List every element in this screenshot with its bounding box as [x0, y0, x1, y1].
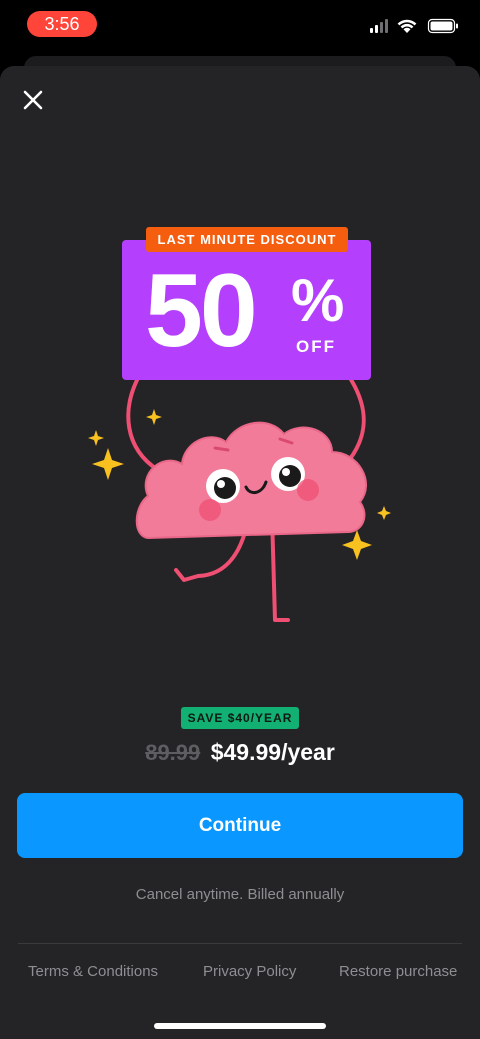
discount-ribbon: LAST MINUTE DISCOUNT — [146, 227, 348, 252]
sparkle-icon — [92, 448, 124, 480]
continue-button[interactable]: Continue — [17, 793, 463, 858]
save-badge: SAVE $40/YEAR — [181, 707, 299, 729]
footer-divider — [18, 943, 462, 944]
price-row: 89.99 $49.99/year — [0, 734, 480, 770]
status-icons-group — [370, 18, 458, 34]
mascot-left-brow — [213, 446, 230, 452]
sparkle-icon — [342, 530, 372, 560]
cancel-note: Cancel anytime. Billed annually — [135, 886, 345, 903]
restore-purchase-link[interactable]: Restore purchase — [339, 961, 457, 983]
status-bar: 3:56 — [0, 0, 480, 50]
cellular-signal-icon — [370, 19, 388, 33]
home-indicator — [154, 1023, 326, 1029]
new-price: $49.99/year — [210, 739, 335, 765]
mascot-left-arm — [126, 376, 160, 472]
off-label: OFF — [296, 337, 336, 356]
discount-number: 50 — [145, 253, 258, 369]
privacy-link[interactable]: Privacy Policy — [203, 961, 296, 983]
sparkle-icon — [88, 430, 104, 446]
mascot-body — [136, 422, 367, 538]
wifi-icon — [397, 19, 417, 33]
close-button[interactable] — [18, 85, 48, 115]
old-price: 89.99 — [145, 740, 201, 765]
close-icon — [23, 90, 43, 110]
mascot-left-cheek — [199, 499, 221, 521]
sparkle-icon — [377, 506, 391, 520]
status-time: 3:56 — [27, 11, 97, 37]
terms-link[interactable]: Terms & Conditions — [28, 961, 158, 983]
battery-icon — [427, 18, 458, 34]
percent-sign: % — [291, 267, 345, 334]
mascot-right-cheek — [297, 479, 319, 501]
sparkle-icon — [146, 409, 162, 425]
mascot-right-arm — [344, 376, 366, 466]
